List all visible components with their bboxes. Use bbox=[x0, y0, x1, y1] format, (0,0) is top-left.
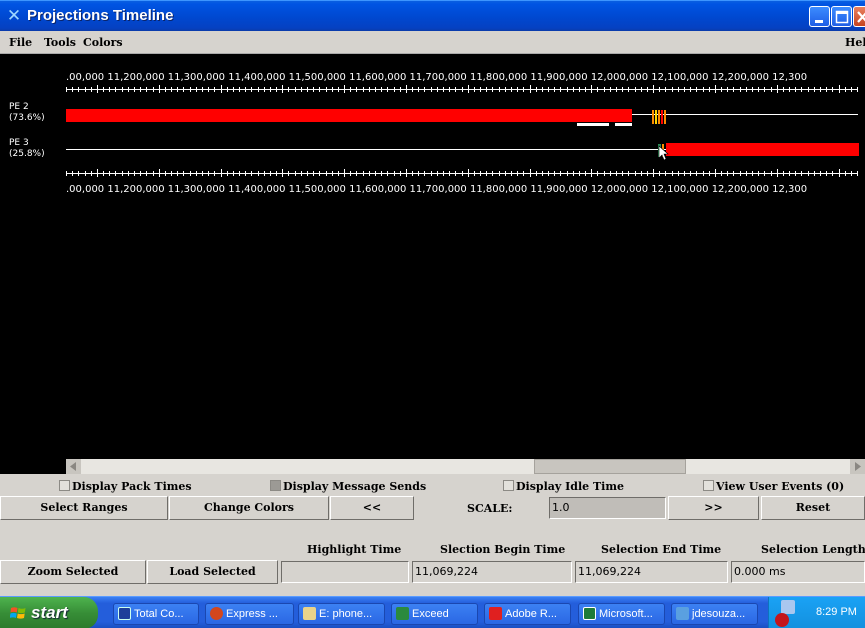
pe2-entry[interactable] bbox=[658, 110, 660, 124]
scroll-right-icon bbox=[855, 462, 861, 471]
phone-folder-icon bbox=[303, 607, 316, 620]
select-ranges-button[interactable]: Select Ranges bbox=[0, 496, 168, 520]
floppy-icon bbox=[118, 607, 131, 620]
selection-end-label: Selection End Time bbox=[601, 543, 722, 556]
checkbox-box[interactable] bbox=[503, 480, 514, 491]
pe2-entry[interactable] bbox=[661, 110, 663, 124]
selection-begin-field[interactable]: 11,069,224 bbox=[412, 561, 572, 583]
reset-button[interactable]: Reset bbox=[761, 496, 865, 520]
taskbar-item-label: E: phone... bbox=[319, 608, 373, 620]
start-button[interactable]: start bbox=[0, 597, 98, 628]
control-panel: Display Pack Times Display Message Sends… bbox=[0, 474, 865, 596]
checkbox-box[interactable] bbox=[703, 480, 714, 491]
scroll-left-icon bbox=[70, 462, 76, 471]
timeline-canvas[interactable]: .00,000 11,200,000 11,300,000 11,400,000… bbox=[0, 54, 865, 459]
maximize-button[interactable] bbox=[831, 6, 852, 27]
scroll-next-button[interactable]: >> bbox=[668, 496, 759, 520]
taskbar-item[interactable]: Microsoft... bbox=[578, 603, 665, 625]
adobe-icon bbox=[489, 607, 502, 620]
taskbar-item[interactable]: Express ... bbox=[205, 603, 294, 625]
pe2-entry[interactable] bbox=[655, 110, 657, 124]
taskbar-item-label: jdesouza... bbox=[692, 608, 746, 620]
clock: 8:29 PM bbox=[816, 606, 857, 618]
scroll-thumb[interactable] bbox=[534, 459, 686, 474]
menu-tools[interactable]: Tools bbox=[44, 36, 76, 49]
minimize-button[interactable] bbox=[809, 6, 830, 27]
idle-time-checkbox[interactable]: Display Idle Time bbox=[503, 480, 624, 493]
antivirus-icon[interactable] bbox=[775, 613, 789, 627]
selection-length-field[interactable]: 0.000 ms bbox=[731, 561, 865, 583]
pe2-entry[interactable] bbox=[664, 110, 666, 124]
menu-colors[interactable]: Colors bbox=[83, 36, 123, 49]
excel-icon bbox=[583, 607, 596, 620]
pack-times-checkbox[interactable]: Display Pack Times bbox=[59, 480, 192, 493]
scroll-right-button[interactable] bbox=[850, 459, 865, 474]
axis-ticks-bottom bbox=[66, 169, 858, 177]
express-icon bbox=[210, 607, 223, 620]
pe3-busy-bar[interactable] bbox=[666, 143, 859, 156]
window-title: Projections Timeline bbox=[27, 7, 174, 24]
pe2-busy-bar[interactable] bbox=[66, 109, 632, 122]
taskbar-item[interactable]: jdesouza... bbox=[671, 603, 758, 625]
timeline-hscrollbar[interactable] bbox=[66, 459, 865, 474]
message-sends-checkbox[interactable]: Display Message Sends bbox=[270, 480, 426, 493]
zoom-selected-button[interactable]: Zoom Selected bbox=[0, 560, 146, 584]
taskbar-item-label: Adobe R... bbox=[505, 608, 557, 620]
maximize-icon bbox=[835, 10, 849, 24]
close-icon bbox=[857, 11, 865, 23]
selection-end-field[interactable]: 11,069,224 bbox=[575, 561, 728, 583]
timeline-bars bbox=[66, 109, 859, 161]
menu-bar: File Tools Colors Help bbox=[0, 31, 865, 54]
axis-ticks-top bbox=[66, 85, 858, 93]
user-events-checkbox[interactable]: View User Events (0) bbox=[703, 480, 844, 493]
title-bar[interactable]: ✕ Projections Timeline bbox=[0, 0, 865, 31]
scroll-left-button[interactable] bbox=[66, 459, 81, 474]
taskbar-item[interactable]: E: phone... bbox=[298, 603, 385, 625]
app-icon: ✕ bbox=[6, 6, 22, 26]
taskbar-item[interactable]: Adobe R... bbox=[484, 603, 571, 625]
remote-icon bbox=[676, 607, 689, 620]
axis-labels-top: .00,000 11,200,000 11,300,000 11,400,000… bbox=[66, 72, 808, 83]
network-icon[interactable] bbox=[781, 600, 795, 614]
minimize-icon bbox=[815, 20, 823, 23]
selection-length-label: Selection Length bbox=[761, 543, 865, 556]
system-tray: 8:29 PM bbox=[768, 597, 865, 628]
taskbar-item-label: Exceed bbox=[412, 608, 449, 620]
highlight-time-label: Highlight Time bbox=[307, 543, 402, 556]
exceed-icon bbox=[396, 607, 409, 620]
taskbar-item[interactable]: Total Co... bbox=[113, 603, 199, 625]
menu-help[interactable]: Help bbox=[845, 36, 865, 49]
load-selected-button[interactable]: Load Selected bbox=[147, 560, 278, 584]
pe2-entry[interactable] bbox=[652, 110, 654, 124]
pe2-pack-mark bbox=[577, 123, 609, 126]
taskbar-item-label: Express ... bbox=[226, 608, 278, 620]
windows-logo-icon bbox=[10, 607, 26, 619]
message-sends-label: Display Message Sends bbox=[283, 480, 427, 493]
change-colors-button[interactable]: Change Colors bbox=[169, 496, 329, 520]
taskbar-item[interactable]: Exceed bbox=[391, 603, 478, 625]
idle-time-label: Display Idle Time bbox=[516, 480, 624, 493]
close-button[interactable] bbox=[853, 6, 865, 27]
axis-labels-bottom: .00,000 11,200,000 11,300,000 11,400,000… bbox=[66, 184, 808, 195]
checkbox-box[interactable] bbox=[59, 480, 70, 491]
taskbar-item-label: Total Co... bbox=[134, 608, 184, 620]
start-label: start bbox=[31, 603, 68, 622]
scroll-prev-button[interactable]: << bbox=[330, 496, 414, 520]
user-events-label: View User Events (0) bbox=[716, 480, 845, 493]
scale-label: SCALE: bbox=[467, 502, 513, 515]
checkbox-box[interactable] bbox=[270, 480, 281, 491]
taskbar: start Total Co... Express ... E: phone..… bbox=[0, 596, 865, 628]
scale-input[interactable]: 1.0 bbox=[549, 497, 666, 519]
pe2-pack-mark bbox=[615, 123, 632, 126]
selection-begin-label: Slection Begin Time bbox=[440, 543, 566, 556]
menu-file[interactable]: File bbox=[9, 36, 32, 49]
highlight-time-field[interactable] bbox=[281, 561, 409, 583]
taskbar-item-label: Microsoft... bbox=[599, 608, 653, 620]
pack-times-label: Display Pack Times bbox=[72, 480, 192, 493]
